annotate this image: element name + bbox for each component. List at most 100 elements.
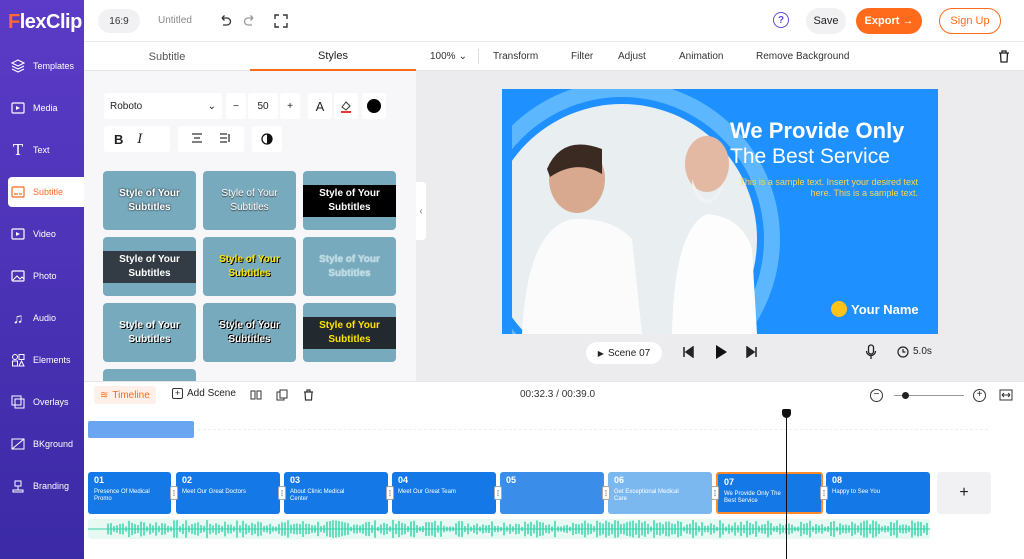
sidebar-item-text[interactable]: T Text: [0, 135, 84, 165]
scene-clip-01[interactable]: 01 Presence Of Medical Promo: [88, 472, 171, 514]
zoom-slider-handle[interactable]: [902, 392, 909, 399]
sidebar-item-background[interactable]: BKground: [0, 429, 84, 459]
media-icon: [10, 100, 26, 116]
transition-handle[interactable]: ⁞: [494, 486, 502, 500]
sidebar-item-subtitle[interactable]: Subtitle: [8, 177, 84, 207]
split-icon[interactable]: [250, 389, 262, 404]
timeline-tracks: 01 Presence Of Medical Promo 02 Meet Our G…: [84, 409, 1024, 559]
font-size-input[interactable]: 50: [248, 93, 278, 119]
timecode: 00:32.3 / 00:39.0: [520, 389, 596, 400]
sidebar-item-audio[interactable]: ♫ Audio: [0, 303, 84, 333]
font-size-decrease-button[interactable]: −: [226, 93, 246, 119]
next-scene-icon[interactable]: [746, 345, 758, 361]
subtitle-style-tile[interactable]: Style of Your Subtitles: [203, 303, 296, 362]
zoom-out-icon[interactable]: −: [870, 389, 883, 402]
subtitle-style-tile[interactable]: Style of Your Subtitles: [303, 171, 396, 230]
sidebar-item-video[interactable]: Video: [0, 219, 84, 249]
subtitle-style-tile[interactable]: Style of Your Subtitles: [103, 303, 196, 362]
transition-handle[interactable]: ⁞: [602, 486, 610, 500]
timeline-button[interactable]: ≋ Timeline: [94, 386, 156, 404]
transition-handle[interactable]: ⁞: [711, 486, 719, 500]
add-scene-button[interactable]: + Add Scene: [172, 388, 236, 399]
undo-icon[interactable]: [216, 12, 234, 30]
zoom-select[interactable]: 100% ⌄: [430, 42, 467, 71]
subtitle-style-tile[interactable]: Style of Your Subtitles: [203, 171, 296, 230]
playhead[interactable]: [786, 409, 787, 559]
add-scene-tile-button[interactable]: +: [937, 472, 991, 514]
animation-button[interactable]: Animation: [679, 42, 723, 71]
layers-icon: [10, 58, 26, 74]
italic-button[interactable]: I: [137, 132, 142, 147]
previous-scene-icon[interactable]: [682, 345, 694, 361]
transition-handle[interactable]: ⁞: [386, 486, 394, 500]
sign-up-button[interactable]: Sign Up: [939, 8, 1001, 34]
subtitle-style-tile[interactable]: [103, 369, 196, 381]
color-swatch[interactable]: [362, 93, 386, 119]
scene-clip-06[interactable]: 06 Get Exceptional Medical Care: [608, 472, 712, 514]
play-icon[interactable]: [714, 344, 728, 363]
sidebar-item-templates[interactable]: Templates: [0, 51, 84, 81]
canvas-body-text[interactable]: This is a sample text. Insert your desir…: [730, 177, 918, 199]
subtitle-style-tile[interactable]: Style of Your Subtitles: [303, 303, 396, 362]
tab-subtitle[interactable]: Subtitle: [84, 42, 250, 71]
canvas-heading-line1[interactable]: We Provide Only: [730, 118, 904, 144]
delete-icon[interactable]: [998, 42, 1010, 71]
subtitle-clip[interactable]: [88, 421, 194, 438]
scene-clip-03[interactable]: 03 About Clinic Medical Center: [284, 472, 388, 514]
align-center-icon[interactable]: [191, 132, 203, 146]
duplicate-icon[interactable]: [276, 389, 288, 404]
tab-styles[interactable]: Styles: [250, 42, 416, 71]
collapse-panel-button[interactable]: ‹: [416, 182, 426, 240]
scene-clip-07[interactable]: 07 We Provide Only The Best Service: [716, 472, 823, 514]
canvas-name-text[interactable]: Your Name: [851, 302, 919, 317]
fit-width-icon[interactable]: [999, 388, 1013, 405]
aspect-ratio-button[interactable]: 16:9: [98, 9, 140, 33]
font-family-select[interactable]: Roboto ⌄: [104, 93, 222, 119]
export-button[interactable]: Export →: [856, 8, 922, 34]
video-canvas[interactable]: We Provide Only The Best Service This is…: [502, 89, 938, 334]
bold-button[interactable]: B: [114, 132, 123, 147]
sidebar-item-media[interactable]: Media: [0, 93, 84, 123]
divider: [478, 49, 479, 64]
transition-handle[interactable]: ⁞: [170, 486, 178, 500]
font-size-increase-button[interactable]: +: [280, 93, 300, 119]
transition-handle[interactable]: ⁞: [820, 486, 828, 500]
microphone-icon[interactable]: [865, 344, 877, 363]
scene-clip-05[interactable]: 05: [500, 472, 604, 514]
app-logo[interactable]: FlexClip: [8, 11, 82, 34]
scene-selector-button[interactable]: ▶ Scene 07: [586, 342, 662, 364]
transition-handle[interactable]: ⁞: [278, 486, 286, 500]
highlight-color-icon[interactable]: [334, 93, 358, 119]
help-icon[interactable]: ?: [773, 12, 789, 28]
redo-icon[interactable]: [241, 12, 259, 30]
delete-scene-icon[interactable]: [303, 389, 314, 404]
filter-button[interactable]: Filter: [571, 42, 593, 71]
line-spacing-icon[interactable]: [219, 132, 231, 146]
sidebar-item-photo[interactable]: Photo: [0, 261, 84, 291]
subtitle-style-tile[interactable]: Style of Your Subtitles: [103, 237, 196, 296]
fullscreen-icon[interactable]: [272, 12, 290, 30]
text-style-group: B I: [104, 126, 170, 152]
subtitle-style-tile[interactable]: Style of Your Subtitles: [203, 237, 296, 296]
sidebar-item-overlays[interactable]: Overlays: [0, 387, 84, 417]
zoom-in-icon[interactable]: +: [973, 389, 986, 402]
sidebar-item-branding[interactable]: Branding: [0, 471, 84, 501]
playhead-handle[interactable]: [782, 409, 791, 418]
canvas-heading-line2[interactable]: The Best Service: [730, 145, 890, 169]
scene-clip-08[interactable]: 08 Happy to See You: [826, 472, 930, 514]
user-icon: [831, 301, 847, 317]
audio-waveform[interactable]: [88, 519, 930, 539]
text-color-button[interactable]: A: [308, 93, 332, 119]
subtitle-style-tile[interactable]: Style of Your Subtitles: [103, 171, 196, 230]
subtitle-style-tile[interactable]: Style of Your Subtitles: [303, 237, 396, 296]
scene-duration[interactable]: 5.0s: [913, 346, 932, 357]
opacity-icon[interactable]: [252, 126, 282, 152]
transform-button[interactable]: Transform: [493, 42, 538, 71]
adjust-button[interactable]: Adjust: [618, 42, 646, 71]
scene-clip-02[interactable]: 02 Meet Our Great Doctors: [176, 472, 280, 514]
scene-clip-04[interactable]: 04 Meet Our Great Team: [392, 472, 496, 514]
save-button[interactable]: Save: [806, 8, 846, 34]
remove-background-button[interactable]: Remove Background: [756, 42, 849, 71]
sidebar-item-elements[interactable]: Elements: [0, 345, 84, 375]
project-title[interactable]: Untitled: [158, 15, 192, 26]
